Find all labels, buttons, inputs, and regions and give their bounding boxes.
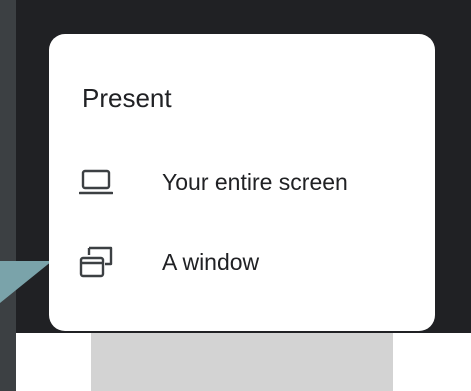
background-panel — [0, 0, 16, 391]
present-menu: Present Your entire screen A window — [49, 34, 435, 331]
pointer-tail — [0, 261, 52, 303]
menu-item-entire-screen[interactable]: Your entire screen — [49, 152, 435, 212]
menu-item-label: A window — [162, 249, 260, 275]
bottom-placeholder — [91, 333, 393, 391]
laptop-icon — [79, 169, 113, 195]
menu-item-window[interactable]: A window — [49, 232, 435, 292]
menu-title: Present — [82, 83, 172, 113]
window-icon — [79, 246, 113, 278]
menu-item-label: Your entire screen — [162, 169, 348, 195]
